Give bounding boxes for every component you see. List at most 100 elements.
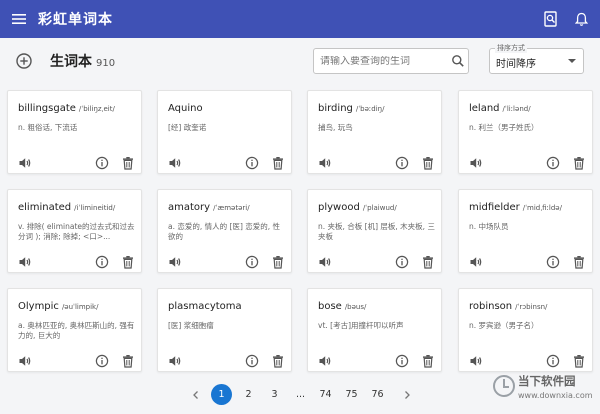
watermark-url: www.downxia.com — [518, 391, 593, 400]
card-word: Aquino — [168, 103, 203, 114]
word-count: 910 — [96, 58, 116, 69]
word-card[interactable]: robinson/ˈrɔbinsn/ n. 罗宾逊（男子名） — [458, 288, 593, 372]
add-circle-icon[interactable] — [14, 51, 34, 71]
card-definition: n. 夹板, 合板 [机] 层板, 木夹板, 三夹板 — [318, 222, 435, 241]
watermark-title: 当下软件园 — [518, 374, 576, 388]
info-icon[interactable] — [95, 155, 109, 170]
bell-icon[interactable] — [570, 8, 592, 30]
info-icon[interactable] — [245, 155, 259, 170]
search-input[interactable] — [320, 55, 448, 67]
speaker-icon[interactable] — [469, 155, 483, 169]
trash-icon[interactable] — [271, 254, 285, 269]
card-definition: [医] 浆细胞瘤 — [168, 321, 214, 330]
card-phonetic: /ˈmidˌfiːldə/ — [522, 204, 562, 212]
speaker-icon[interactable] — [168, 254, 182, 268]
info-icon[interactable] — [245, 254, 259, 269]
card-definition: v. 排除( eliminate的过去式和过去分词 ); 消除; 除掉; <口>… — [18, 222, 135, 241]
info-icon[interactable] — [395, 353, 409, 368]
info-icon[interactable] — [546, 155, 560, 170]
chevron-left-icon — [192, 390, 198, 399]
info-icon[interactable] — [546, 353, 560, 368]
word-list-toolbar: 生词本 910 排序方式 时间降序 — [0, 38, 600, 84]
info-icon[interactable] — [95, 254, 109, 269]
word-card[interactable]: eliminated/iˈlimineitid/ v. 排除( eliminat… — [7, 189, 142, 273]
word-card[interactable]: bose/bəus/ vt. [考古]用撞杆叩以听声 — [307, 288, 442, 372]
card-definition: n. 罗宾逊（男子名） — [469, 321, 539, 330]
card-word: bose — [318, 301, 342, 312]
page-ellipsis: ... — [295, 389, 306, 400]
sort-label: 排序方式 — [495, 43, 527, 53]
word-card[interactable]: plasmacytoma [医] 浆细胞瘤 — [157, 288, 292, 372]
trash-icon[interactable] — [572, 353, 586, 368]
trash-icon[interactable] — [121, 254, 135, 269]
info-icon[interactable] — [245, 353, 259, 368]
page-title: 生词本 910 — [50, 51, 115, 71]
card-word: billingsgate — [18, 103, 76, 114]
trash-icon[interactable] — [121, 155, 135, 170]
next-page-button[interactable] — [396, 384, 417, 405]
speaker-icon[interactable] — [469, 254, 483, 268]
word-card[interactable]: amatory/ˈæmətəri/ a. 恋爱的, 情人的 [医] 恋爱的, 性… — [157, 189, 292, 273]
sort-value: 时间降序 — [496, 59, 536, 70]
card-phonetic: /ˈrɔbinsn/ — [515, 303, 548, 311]
page-button[interactable]: 76 — [367, 384, 388, 405]
trash-icon[interactable] — [421, 155, 435, 170]
info-icon[interactable] — [395, 155, 409, 170]
page-title-text: 生词本 — [50, 54, 92, 70]
page-button[interactable]: 1 — [211, 384, 232, 405]
menu-icon[interactable] — [8, 8, 30, 30]
trash-icon[interactable] — [121, 353, 135, 368]
word-card[interactable]: leland/ˈliːlənd/ n. 利兰（男子姓氏） — [458, 90, 593, 174]
trash-icon[interactable] — [271, 353, 285, 368]
chevron-right-icon — [404, 390, 410, 399]
card-phonetic: /iˈlimineitid/ — [74, 204, 116, 212]
sort-select[interactable]: 排序方式 时间降序 — [489, 43, 584, 74]
speaker-icon[interactable] — [168, 353, 182, 367]
dropdown-arrow-icon — [568, 59, 576, 63]
speaker-icon[interactable] — [18, 254, 32, 268]
speaker-icon[interactable] — [469, 353, 483, 367]
speaker-icon[interactable] — [168, 155, 182, 169]
speaker-icon[interactable] — [18, 155, 32, 169]
card-word: plywood — [318, 202, 360, 213]
word-card[interactable]: billingsgate/ˈbiliŋzˌeit/ n. 粗俗话, 下流话 — [7, 90, 142, 174]
page-button[interactable]: 2 — [238, 384, 259, 405]
info-icon[interactable] — [395, 254, 409, 269]
word-card[interactable]: Olympic/əuˈlimpik/ a. 奥林匹亚的, 奥林匹斯山的, 强有力… — [7, 288, 142, 372]
card-phonetic: /bəus/ — [344, 303, 367, 311]
word-card[interactable]: Aquino [经] 政奎诺 — [157, 90, 292, 174]
watermark: 当下软件园 www.downxia.com — [492, 368, 600, 414]
app-title: 彩虹单词本 — [38, 12, 113, 28]
speaker-icon[interactable] — [318, 353, 332, 367]
info-icon[interactable] — [546, 254, 560, 269]
card-phonetic: /ˈbəːdiŋ/ — [355, 105, 385, 113]
speaker-icon[interactable] — [318, 254, 332, 268]
card-phonetic: /ˈliːlənd/ — [502, 105, 531, 113]
card-definition: [经] 政奎诺 — [168, 123, 207, 132]
word-card[interactable]: midfielder/ˈmidˌfiːldə/ n. 中场队员 — [458, 189, 593, 273]
card-word: plasmacytoma — [168, 301, 242, 312]
card-word: robinson — [469, 301, 513, 312]
speaker-icon[interactable] — [18, 353, 32, 367]
trash-icon[interactable] — [572, 155, 586, 170]
page-button[interactable]: 75 — [341, 384, 362, 405]
search-icon[interactable] — [450, 53, 466, 69]
card-word: leland — [469, 103, 500, 114]
word-card[interactable]: birding/ˈbəːdiŋ/ 捕鸟, 玩鸟 — [307, 90, 442, 174]
info-icon[interactable] — [95, 353, 109, 368]
card-phonetic: /ˈæmətəri/ — [213, 204, 250, 212]
trash-icon[interactable] — [271, 155, 285, 170]
trash-icon[interactable] — [421, 353, 435, 368]
card-definition: n. 粗俗话, 下流话 — [18, 123, 78, 132]
card-word: amatory — [168, 202, 211, 213]
card-definition: n. 中场队员 — [469, 222, 509, 231]
trash-icon[interactable] — [572, 254, 586, 269]
trash-icon[interactable] — [421, 254, 435, 269]
wordbook-search-icon[interactable] — [540, 8, 562, 30]
word-card[interactable]: plywood/ˈplaiwud/ n. 夹板, 合板 [机] 层板, 木夹板,… — [307, 189, 442, 273]
page-button[interactable]: 3 — [264, 384, 285, 405]
card-phonetic: /əuˈlimpik/ — [61, 303, 99, 311]
page-button[interactable]: 74 — [315, 384, 336, 405]
speaker-icon[interactable] — [318, 155, 332, 169]
prev-page-button[interactable] — [185, 384, 206, 405]
